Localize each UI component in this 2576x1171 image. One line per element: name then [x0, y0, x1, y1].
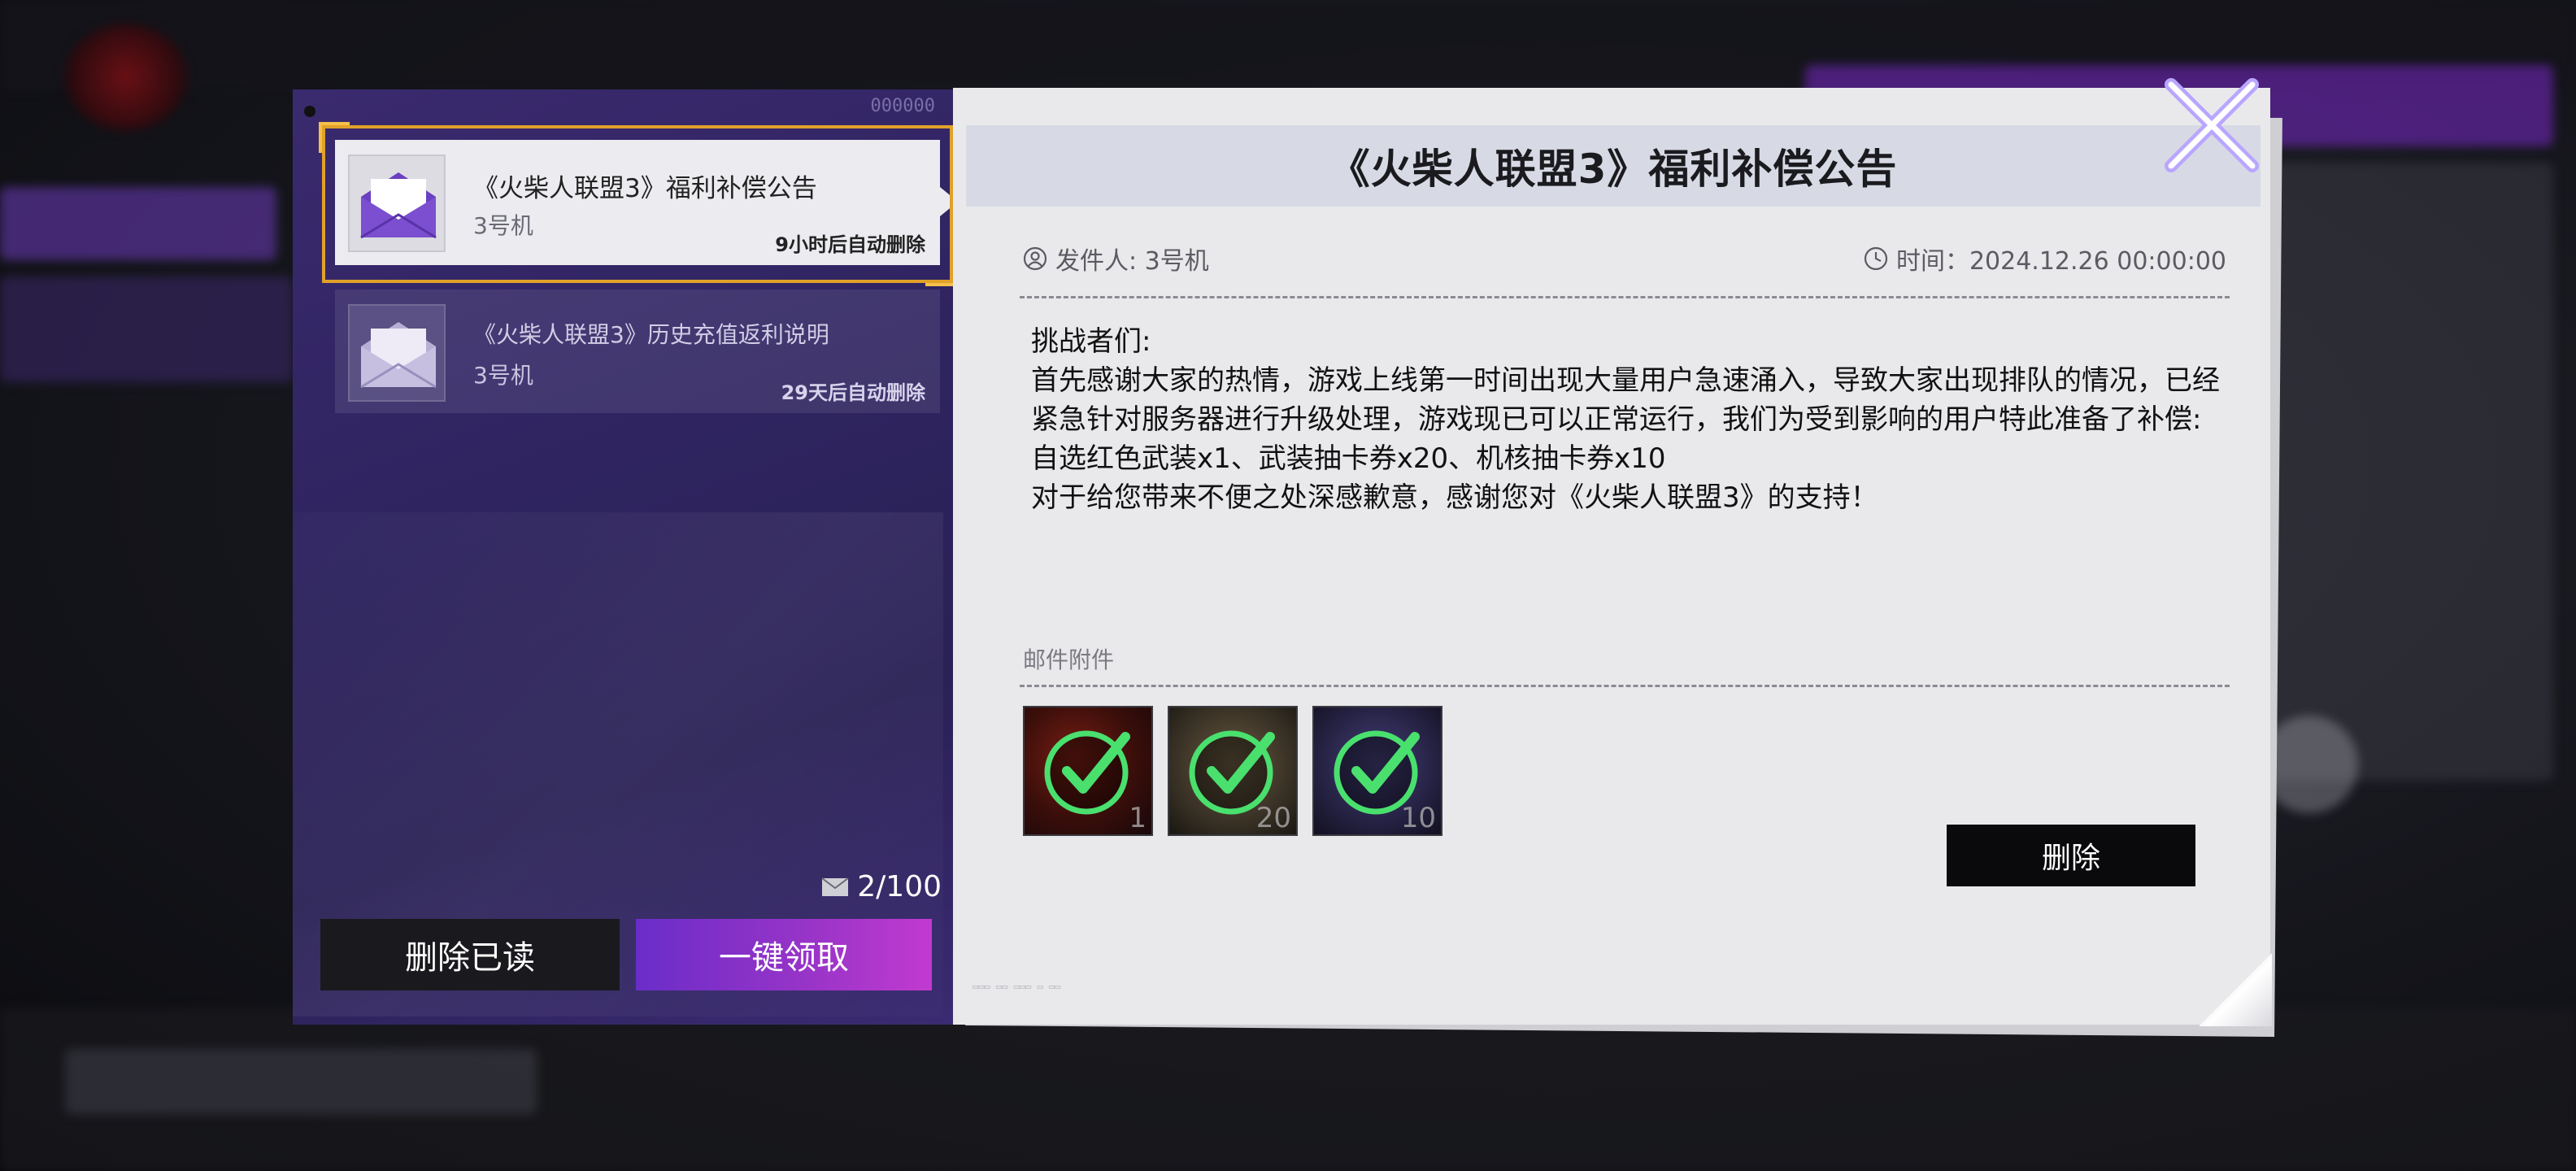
background-chat-box — [65, 1049, 537, 1114]
open-envelope-icon — [360, 322, 437, 389]
user-icon — [1023, 246, 1047, 271]
attachment-quantity: 1 — [1129, 802, 1147, 834]
close-button[interactable] — [2156, 70, 2267, 181]
time-label: 时间：2024.12.26 00:00:00 — [1895, 247, 2226, 276]
claimed-check-icon — [1044, 730, 1130, 815]
divider — [1020, 296, 2230, 298]
mail-body: 挑战者们: 首先感谢大家的热情，游戏上线第一时间出现大量用户急速涌入，导致大家出… — [1031, 322, 2226, 517]
panel-corner-dot — [304, 106, 315, 117]
mail-list-item[interactable]: 《火柴人联盟3》历史充值返利说明 3号机 29天后自动删除 — [335, 289, 940, 413]
mail-icon-frame — [348, 155, 446, 252]
background-logo — [65, 24, 187, 130]
attachments-label: 邮件附件 — [1023, 646, 1115, 673]
open-envelope-icon — [360, 172, 437, 239]
mail-expire-time: 9小时后自动删除 — [775, 233, 925, 256]
mail-list-panel: 000000 《火柴人联盟3》福利补偿公告 3号机 9小时后自动删除 《火柴人联… — [293, 89, 958, 1025]
close-icon — [2165, 78, 2259, 172]
mail-list-item[interactable]: 《火柴人联盟3》福利补偿公告 3号机 9小时后自动删除 — [335, 140, 958, 265]
attachment-quantity: 10 — [1400, 802, 1436, 834]
delete-mail-button[interactable]: 删除 — [1947, 825, 2195, 886]
mail-title: 《火柴人联盟3》福利补偿公告 — [473, 174, 817, 203]
time-info: 时间：2024.12.26 00:00:00 — [1864, 241, 2226, 276]
sender-info: 发件人: 3号机 — [1023, 241, 1209, 276]
background-menu-strip — [0, 187, 276, 260]
mail-title: 《火柴人联盟3》历史充值返利说明 — [473, 321, 829, 348]
envelope-icon — [821, 877, 849, 896]
mail-title-bar: 《火柴人联盟3》福利补偿公告 — [966, 125, 2261, 207]
attachment-armament-card-ticket[interactable]: 20 — [1168, 706, 1298, 836]
clock-icon — [1864, 246, 1888, 271]
body-paragraph: 挑战者们: — [1031, 325, 1151, 358]
divider — [1020, 685, 2230, 687]
mail-icon-frame — [348, 304, 446, 402]
body-paragraph: 自选红色武装x1、武装抽卡券x20、机核抽卡券x10 — [1031, 442, 1666, 475]
paper-curl — [2199, 953, 2272, 1026]
attachment-core-card-ticket[interactable]: 10 — [1312, 706, 1442, 836]
sender-label: 发件人: 3号机 — [1055, 247, 1209, 276]
mail-detail-panel: 《火柴人联盟3》福利补偿公告 发件人: 3号机 时间：2024.12.26 00… — [953, 88, 2282, 1038]
mail-meta: 发件人: 3号机 时间：2024.12.26 00:00:00 — [1023, 241, 2226, 276]
mail-count-value: 2/100 — [857, 870, 942, 903]
attachment-red-armament[interactable]: 1 — [1023, 706, 1153, 836]
claim-all-button[interactable]: 一键领取 — [636, 919, 932, 990]
panel-id: 000000 — [870, 96, 935, 116]
attachment-quantity: 20 — [1255, 802, 1291, 834]
background-menu-strip — [0, 276, 293, 382]
delete-read-button[interactable]: 删除已读 — [320, 919, 620, 990]
body-paragraph: 对于给您带来不便之处深感歉意，感谢您对《火柴人联盟3》的支持！ — [1031, 481, 1878, 514]
mail-paper: 《火柴人联盟3》福利补偿公告 发件人: 3号机 时间：2024.12.26 00… — [953, 88, 2272, 1026]
attachments-list: 1 20 10 — [1023, 706, 1442, 836]
mail-count: 2/100 — [821, 870, 942, 903]
background-right-panel — [2261, 163, 2553, 781]
mail-sender: 3号机 — [473, 212, 533, 239]
mail-detail-title: 《火柴人联盟3》福利补偿公告 — [1329, 146, 1898, 193]
mail-sender: 3号机 — [473, 362, 533, 389]
mail-expire-time: 29天后自动删除 — [781, 381, 925, 404]
body-paragraph: 首先感谢大家的热情，游戏上线第一时间出现大量用户急速涌入，导致大家出现排队的情况… — [1031, 364, 2220, 436]
paper-fine-print: ▭▭▭ ▭▭ ▭▭▭ ▭ ▭▭ — [973, 981, 1061, 992]
